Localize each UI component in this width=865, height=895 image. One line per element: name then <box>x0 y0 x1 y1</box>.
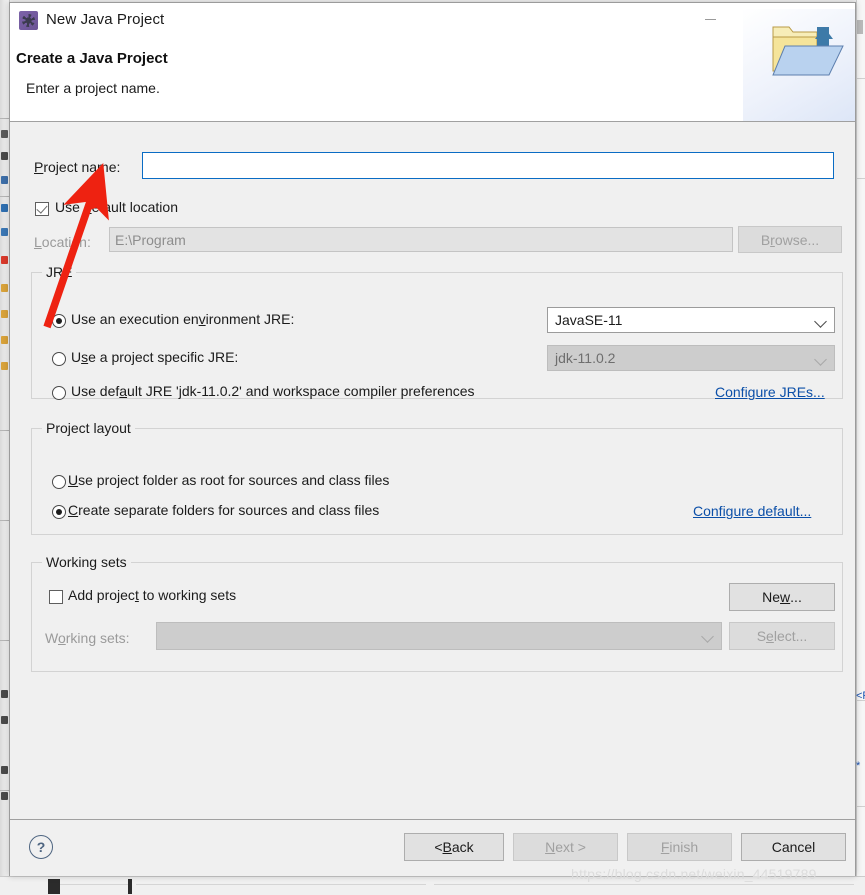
new-working-set-button[interactable]: New... <box>729 583 835 611</box>
background-icon <box>1 310 8 318</box>
new-java-project-folder-icon <box>771 19 845 79</box>
cancel-button[interactable]: Cancel <box>741 833 846 861</box>
radio-project-folder-root[interactable] <box>52 475 66 489</box>
minimize-icon <box>705 19 716 20</box>
execution-environment-combo-value: JavaSE-11 <box>555 312 622 328</box>
working-sets-group: Working sets <box>31 562 843 672</box>
background-divider <box>434 884 854 885</box>
background-divider <box>0 640 9 641</box>
add-project-to-working-sets-checkbox[interactable] <box>49 590 63 604</box>
execution-environment-combo[interactable]: JavaSE-11 <box>547 307 835 333</box>
chevron-down-icon <box>814 353 827 366</box>
jre-group: JRE <box>31 272 843 399</box>
background-text-fragment: <P <box>856 690 865 702</box>
watermark: https://blog.csdn.net/weixin_44519789 <box>571 866 817 882</box>
project-specific-jre-combo-value: jdk-11.0.2 <box>555 350 615 366</box>
background-icon <box>1 716 8 724</box>
background-icon <box>1 176 8 184</box>
next-button: Next > <box>513 833 618 861</box>
project-name-input[interactable] <box>142 152 834 179</box>
configure-default-link[interactable]: Configure default... <box>693 503 811 519</box>
project-layout-group-title: Project layout <box>42 420 135 436</box>
background-icon <box>1 792 8 800</box>
radio-project-specific-jre-label: Use a project specific JRE: <box>71 349 238 365</box>
select-working-set-button: Select... <box>729 622 835 650</box>
radio-project-specific-jre[interactable] <box>52 352 66 366</box>
background-icon <box>1 256 8 264</box>
location-input <box>109 227 733 252</box>
location-label: Location: <box>34 234 91 250</box>
dialog-titlebar: New Java Project <box>10 3 855 39</box>
chevron-down-icon <box>814 315 827 328</box>
background-divider <box>0 196 9 197</box>
working-sets-label: Working sets: <box>45 630 130 646</box>
dialog-content: Project name: Use default location Locat… <box>10 122 855 819</box>
background-divider <box>0 118 9 119</box>
use-default-location-label: Use default location <box>55 199 178 215</box>
help-question-icon[interactable]: ? <box>29 835 53 859</box>
background-icon <box>1 228 8 236</box>
background-divider <box>60 884 128 885</box>
background-icon <box>1 130 8 138</box>
jre-group-title: JRE <box>42 264 76 280</box>
background-icon <box>1 204 8 212</box>
background-divider <box>136 884 426 885</box>
dialog-title: New Java Project <box>46 11 164 28</box>
page-title: Create a Java Project <box>16 50 168 67</box>
background-scroll-grip <box>857 20 863 34</box>
background-divider <box>857 178 865 179</box>
background-icon <box>1 766 8 774</box>
finish-button: Finish <box>627 833 732 861</box>
background-taskbar-item <box>48 879 60 894</box>
radio-default-jre[interactable] <box>52 386 66 400</box>
background-text-fragment: * <box>856 760 865 772</box>
radio-default-jre-label: Use default JRE 'jdk-11.0.2' and workspa… <box>71 383 475 399</box>
browse-button: Browse... <box>738 226 842 253</box>
background-icon <box>1 362 8 370</box>
background-taskbar-item <box>128 879 132 894</box>
new-java-project-dialog: New Java Project Create a Java Project E… <box>9 2 856 876</box>
configure-jres-link[interactable]: Configure JREs... <box>715 384 825 400</box>
background-icon <box>1 690 8 698</box>
radio-execution-environment-jre[interactable] <box>52 314 66 328</box>
project-name-label: Project name: <box>34 159 120 175</box>
chevron-down-icon <box>701 630 714 643</box>
radio-project-folder-root-label: Use project folder as root for sources a… <box>68 472 389 488</box>
background-divider <box>0 520 9 521</box>
radio-separate-folders[interactable] <box>52 505 66 519</box>
working-sets-group-title: Working sets <box>42 554 131 570</box>
working-sets-combo <box>156 622 722 650</box>
background-icon <box>1 284 8 292</box>
background-icon <box>1 152 8 160</box>
header-artwork <box>743 9 855 121</box>
use-default-location-checkbox[interactable] <box>35 202 49 216</box>
add-project-to-working-sets-label: Add project to working sets <box>68 587 236 603</box>
project-specific-jre-combo: jdk-11.0.2 <box>547 345 835 371</box>
dialog-header: Create a Java Project Enter a project na… <box>10 39 855 122</box>
eclipse-gear-icon <box>19 11 38 30</box>
background-divider <box>857 78 865 79</box>
radio-separate-folders-label: Create separate folders for sources and … <box>68 502 379 518</box>
back-button[interactable]: < Back <box>404 833 504 861</box>
radio-execution-environment-jre-label: Use an execution environment JRE: <box>71 311 294 327</box>
minimize-button[interactable] <box>687 3 733 35</box>
background-divider <box>857 806 865 807</box>
background-icon <box>1 336 8 344</box>
background-divider <box>0 430 9 431</box>
background-divider <box>0 790 9 791</box>
page-subtitle: Enter a project name. <box>26 80 160 96</box>
